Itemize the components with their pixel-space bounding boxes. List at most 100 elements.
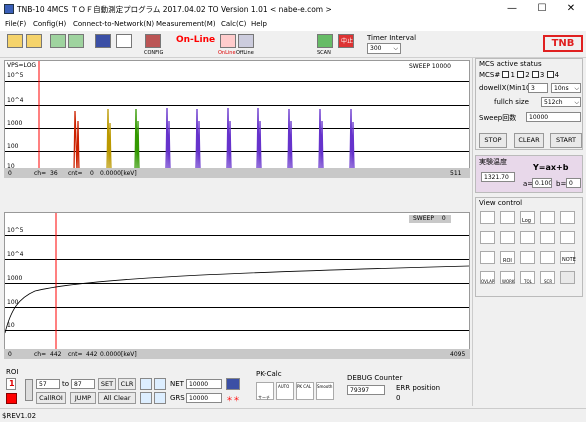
- offline-icon[interactable]: [238, 34, 254, 48]
- peak-1: [73, 110, 80, 171]
- sweep-count-input[interactable]: 10000: [526, 112, 581, 122]
- dwell-unit-select[interactable]: 10ns ⌵: [551, 83, 581, 93]
- dwell-input[interactable]: 3: [528, 83, 548, 93]
- spectrum-plot[interactable]: VPS=LOG SWEEP 10000 10^5 10^4 1000 100 1…: [4, 60, 470, 178]
- scroll-view-icon[interactable]: [560, 231, 575, 244]
- menu-measurement[interactable]: Measurement(M): [156, 20, 216, 28]
- dual-view-icon[interactable]: [560, 211, 575, 224]
- minimize-button[interactable]: —: [497, 0, 527, 19]
- fit-window-icon[interactable]: [520, 231, 535, 244]
- mcs-check-2[interactable]: [517, 71, 525, 78]
- work-icon[interactable]: WORK: [500, 271, 515, 284]
- smooth-icon[interactable]: Smooth: [316, 382, 334, 400]
- expand-horizontal-icon[interactable]: [480, 211, 495, 224]
- roi-set-button[interactable]: SET: [98, 378, 116, 390]
- auto-calc-icon[interactable]: AUTO: [276, 382, 294, 400]
- monitor-icon[interactable]: [95, 34, 111, 48]
- open-folder-icon[interactable]: [7, 34, 23, 48]
- search-icon[interactable]: サーチ: [256, 382, 274, 400]
- scr-icon[interactable]: SCR: [540, 271, 555, 284]
- b-input[interactable]: 0: [566, 178, 581, 188]
- scan-icon[interactable]: [317, 34, 333, 48]
- split-view-icon[interactable]: [540, 231, 555, 244]
- expand-vertical-icon[interactable]: [500, 211, 515, 224]
- pk-cal-icon[interactable]: PK CAL: [296, 382, 314, 400]
- auto-scale-icon[interactable]: [540, 211, 555, 224]
- roi-view-icon[interactable]: ROI: [500, 251, 515, 264]
- peak-10: [349, 108, 355, 171]
- peak-up-icon[interactable]: [140, 378, 152, 390]
- ch-value: 36: [50, 170, 58, 177]
- a-input[interactable]: 0.100: [532, 178, 552, 188]
- shrink-horizontal-icon[interactable]: [480, 231, 495, 244]
- close-button[interactable]: ✕: [556, 0, 586, 19]
- scan-label: SCAN: [317, 50, 331, 56]
- fullch-value: 512ch: [544, 99, 563, 106]
- open-folder-2-icon[interactable]: [26, 34, 42, 48]
- err-position-value: 0: [396, 394, 401, 402]
- excel-import-icon[interactable]: [68, 34, 84, 48]
- multi-view-icon[interactable]: [540, 251, 555, 264]
- roi-to-input[interactable]: 87: [71, 379, 95, 389]
- timer-interval-label: Timer Interval: [367, 34, 417, 42]
- callroi-button[interactable]: CallROI: [36, 392, 66, 404]
- mcs-check-1[interactable]: [502, 71, 510, 78]
- device-icon[interactable]: [226, 378, 240, 390]
- menu-file[interactable]: File(F): [5, 20, 26, 28]
- temperature-value[interactable]: 1321.70: [481, 172, 515, 182]
- all-clear-button[interactable]: All Clear: [98, 392, 136, 404]
- config-icon[interactable]: [145, 34, 161, 48]
- roi-from-input[interactable]: 57: [36, 379, 60, 389]
- mcs-label: MCS#: [479, 71, 501, 79]
- bottom-panel: ROI 1 57 to 87 SET CLR CallROI JUMP All …: [0, 368, 472, 406]
- stop-button[interactable]: STOP: [479, 133, 507, 148]
- x-max-label: 4095: [450, 351, 466, 358]
- cnt-label: cnt=: [68, 170, 83, 177]
- clear-button[interactable]: CLEAR: [514, 133, 544, 148]
- blank-icon[interactable]: [560, 271, 575, 284]
- menu-connect[interactable]: Connect-to-Network(N): [73, 20, 154, 28]
- log-curve: [5, 265, 469, 334]
- roi-number-input[interactable]: 1: [6, 378, 16, 390]
- peak-8: [287, 108, 293, 171]
- online-icon[interactable]: [220, 34, 236, 48]
- spectrum-view-icon[interactable]: [480, 251, 495, 264]
- mcs-check-3[interactable]: [531, 71, 539, 78]
- sweep-plot[interactable]: SWEEP 0 10^5 10^4 1000 100 10: [4, 212, 470, 359]
- chevron-down-icon: ⌵: [393, 45, 398, 52]
- peak-down-2-icon[interactable]: [154, 392, 166, 404]
- fullch-select[interactable]: 512ch ⌵: [541, 97, 581, 107]
- peak-6: [226, 107, 232, 171]
- peak-up-2-icon[interactable]: [154, 378, 166, 390]
- grid-table-icon[interactable]: [116, 34, 132, 48]
- shrink-vertical-icon[interactable]: [500, 231, 515, 244]
- maximize-button[interactable]: ☐: [527, 0, 557, 19]
- tol-icon[interactable]: TOL: [520, 271, 535, 284]
- menu-calc[interactable]: Calc(C): [221, 20, 246, 28]
- color-view-icon[interactable]: [520, 251, 535, 264]
- overlap-label: OVLAP: [481, 279, 495, 284]
- mcs-check-label: 3: [539, 71, 545, 79]
- right-panel: MCS active status MCS# 1 2 3 4 dowellX(M…: [472, 58, 584, 406]
- excel-export-icon[interactable]: [50, 34, 66, 48]
- roi-clr-button[interactable]: CLR: [118, 378, 136, 390]
- note-icon[interactable]: NOTE: [560, 251, 576, 264]
- temperature-group: 実験温度 Y=ax+b 1321.70 a= 0.100 b= 0: [475, 155, 583, 193]
- timer-interval-select[interactable]: 300 ⌵: [367, 43, 401, 54]
- peak-down-icon[interactable]: [140, 392, 152, 404]
- formula-label: Y=ax+b: [533, 163, 569, 172]
- jump-button[interactable]: JUMP: [70, 392, 96, 404]
- menu-help[interactable]: Help: [251, 20, 267, 28]
- scr-label: SCR: [544, 279, 553, 284]
- peak-4: [165, 107, 171, 171]
- roi-color-swatch[interactable]: [6, 393, 17, 404]
- mcs-check-4[interactable]: [546, 71, 554, 78]
- start-button[interactable]: START: [550, 133, 582, 148]
- overlap-icon[interactable]: OVLAP: [480, 271, 495, 284]
- menu-config[interactable]: Config(H): [33, 20, 66, 28]
- app-icon: [4, 4, 14, 14]
- x-min-label: 0: [8, 170, 12, 177]
- roi-spin-icon[interactable]: [25, 379, 33, 401]
- roi-title: ROI: [6, 368, 19, 376]
- log-scale-icon[interactable]: Log: [520, 211, 535, 224]
